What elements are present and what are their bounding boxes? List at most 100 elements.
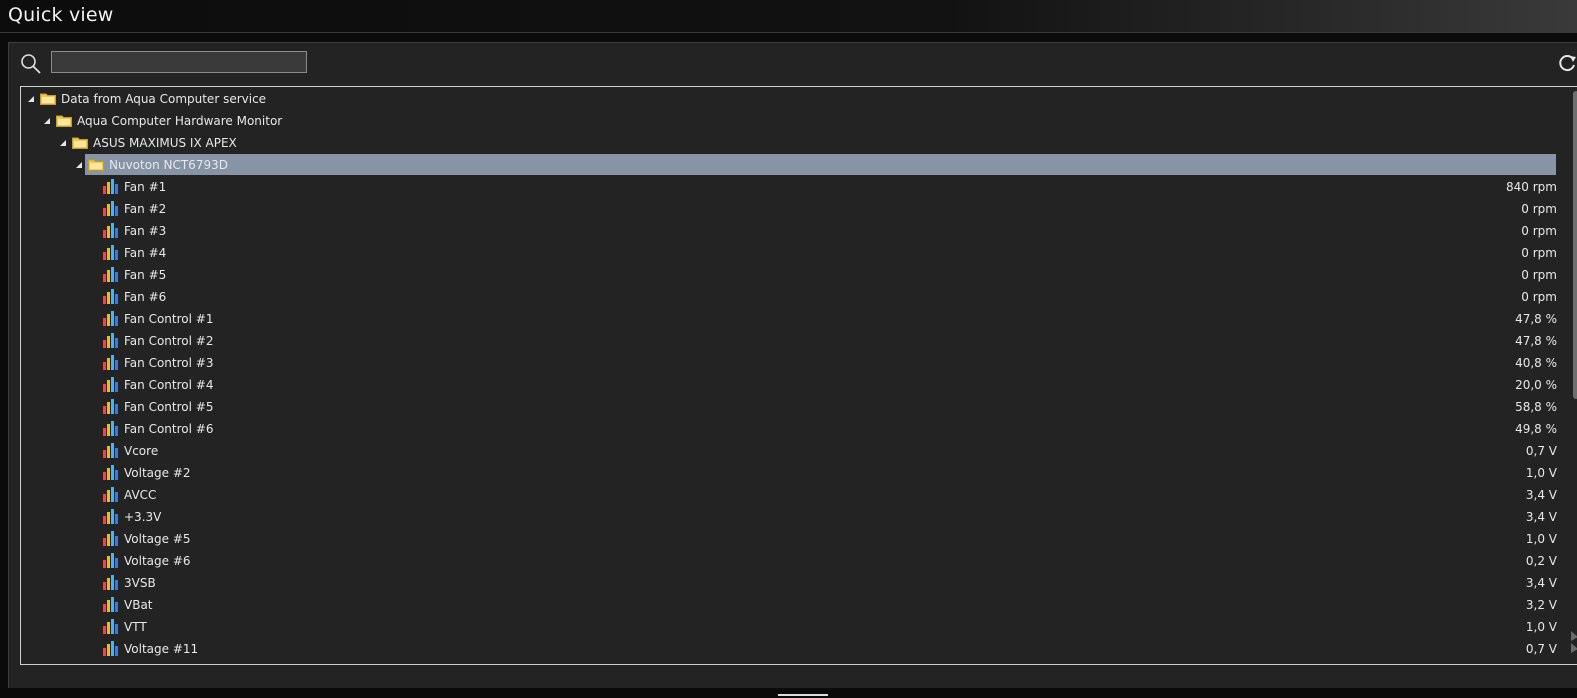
bar-chart-icon	[103, 575, 118, 590]
sensor-name: Voltage #6	[124, 554, 191, 568]
sensor-row[interactable]: AVCC 3,4 V	[21, 484, 1557, 506]
sensor-name: Fan Control #6	[124, 422, 214, 436]
expand-arrow-icon[interactable]	[44, 118, 50, 124]
sensor-name: VBat	[124, 598, 153, 612]
sensor-value: 1,0 V	[1525, 532, 1557, 546]
sensor-value: 1,0 V	[1525, 466, 1557, 480]
sensor-name: VTT	[124, 620, 147, 634]
sensor-value: 20,0 %	[1515, 378, 1557, 392]
sensor-name: 3VSB	[124, 576, 156, 590]
selection-highlight	[85, 154, 1556, 175]
sensor-row[interactable]: Fan Control #6 49,8 %	[21, 418, 1557, 440]
bar-chart-icon	[103, 509, 118, 524]
sensor-name: Fan Control #3	[124, 356, 214, 370]
bar-chart-icon	[103, 553, 118, 568]
bar-chart-icon	[103, 487, 118, 502]
search-icon[interactable]	[20, 53, 42, 75]
tree-node-label: ASUS MAXIMUS IX APEX	[93, 136, 237, 150]
sensor-value: 49,8 %	[1515, 422, 1557, 436]
sensor-row[interactable]: Fan Control #3 40,8 %	[21, 352, 1557, 374]
title-bar: Quick view	[0, 0, 1577, 33]
tree-node-board[interactable]: ASUS MAXIMUS IX APEX	[21, 132, 1557, 154]
bar-chart-icon	[103, 333, 118, 348]
bar-chart-icon	[103, 201, 118, 216]
search-input[interactable]	[51, 51, 307, 73]
sensor-row[interactable]: Vcore 0,7 V	[21, 440, 1557, 462]
bar-chart-icon	[103, 399, 118, 414]
expand-arrow-icon[interactable]	[76, 162, 82, 168]
sensor-row[interactable]: Fan #2 0 rpm	[21, 198, 1557, 220]
tree-node-label: Data from Aqua Computer service	[61, 92, 267, 106]
folder-icon	[56, 115, 72, 127]
sensor-value: 3,4 V	[1525, 510, 1557, 524]
sensor-name: Fan #5	[124, 268, 167, 282]
bar-chart-icon	[103, 421, 118, 436]
sensor-value: 3,2 V	[1525, 598, 1557, 612]
sensor-row[interactable]: Voltage #2 1,0 V	[21, 462, 1557, 484]
scroll-down-icon[interactable]	[1569, 627, 1577, 657]
sensor-value: 0,2 V	[1525, 554, 1557, 568]
expand-arrow-icon[interactable]	[28, 96, 34, 102]
sensor-value: 3,4 V	[1525, 576, 1557, 590]
sensor-row[interactable]: Fan Control #4 20,0 %	[21, 374, 1557, 396]
sensor-row[interactable]: Fan Control #5 58,8 %	[21, 396, 1557, 418]
bar-chart-icon	[103, 179, 118, 194]
sensor-name: Vcore	[124, 444, 159, 458]
window-title: Quick view	[8, 4, 114, 26]
sensor-row[interactable]: Fan #1 840 rpm	[21, 176, 1557, 198]
sensor-name: Fan #1	[124, 180, 167, 194]
sensor-name: Fan #6	[124, 290, 167, 304]
sensor-value: 0 rpm	[1521, 224, 1557, 238]
sensor-value: 0 rpm	[1521, 246, 1557, 260]
sensor-value: 0,7 V	[1525, 444, 1557, 458]
tree-node-service[interactable]: Aqua Computer Hardware Monitor	[21, 110, 1557, 132]
sensor-row[interactable]: Fan #5 0 rpm	[21, 264, 1557, 286]
sensor-value: 840 rpm	[1506, 180, 1557, 194]
bar-chart-icon	[103, 443, 118, 458]
sensor-name: Fan #4	[124, 246, 167, 260]
bar-chart-icon	[103, 531, 118, 546]
expand-arrow-icon[interactable]	[60, 140, 66, 146]
bar-chart-icon	[103, 355, 118, 370]
sensor-name: +3.3V	[124, 510, 162, 524]
bar-chart-icon	[103, 377, 118, 392]
sensor-row[interactable]: Fan #3 0 rpm	[21, 220, 1557, 242]
sensor-name: Fan Control #2	[124, 334, 214, 348]
sensor-row[interactable]: Fan Control #1 47,8 %	[21, 308, 1557, 330]
scrollbar-thumb[interactable]	[1573, 91, 1577, 399]
sensor-name: Fan Control #5	[124, 400, 214, 414]
sensor-name: Voltage #5	[124, 532, 191, 546]
bar-chart-icon	[103, 619, 118, 634]
folder-icon	[88, 159, 104, 171]
bar-chart-icon	[103, 641, 118, 656]
sensor-row[interactable]: VBat 3,2 V	[21, 594, 1557, 616]
bar-chart-icon	[103, 223, 118, 238]
sensor-value: 0 rpm	[1521, 202, 1557, 216]
sensor-value: 3,4 V	[1525, 488, 1557, 502]
sensor-value: 47,8 %	[1515, 334, 1557, 348]
bar-chart-icon	[103, 597, 118, 612]
sensor-row[interactable]: 3VSB 3,4 V	[21, 572, 1557, 594]
tree-node-chip[interactable]: Nuvoton NCT6793D	[21, 154, 1557, 176]
sensor-row[interactable]: VTT 1,0 V	[21, 616, 1557, 638]
resize-indicator	[778, 694, 828, 696]
sensor-value: 0 rpm	[1521, 268, 1557, 282]
sensor-row[interactable]: Fan #4 0 rpm	[21, 242, 1557, 264]
folder-icon	[72, 137, 88, 149]
sensor-value: 0 rpm	[1521, 290, 1557, 304]
bar-chart-icon	[103, 267, 118, 282]
tree-node-label: Nuvoton NCT6793D	[109, 158, 228, 172]
sensor-name: Voltage #2	[124, 466, 191, 480]
sensor-value: 0,7 V	[1525, 642, 1557, 656]
sensor-tree[interactable]: Data from Aqua Computer service Aqua Com…	[20, 86, 1577, 665]
tree-node-root[interactable]: Data from Aqua Computer service	[21, 88, 1557, 110]
sensor-row[interactable]: +3.3V 3,4 V	[21, 506, 1557, 528]
sensor-row[interactable]: Voltage #6 0,2 V	[21, 550, 1557, 572]
sensor-row[interactable]: Fan Control #2 47,8 %	[21, 330, 1557, 352]
sensor-row[interactable]: Fan #6 0 rpm	[21, 286, 1557, 308]
bar-chart-icon	[103, 245, 118, 260]
folder-icon	[40, 93, 56, 105]
sensor-row[interactable]: Voltage #5 1,0 V	[21, 528, 1557, 550]
refresh-icon[interactable]	[1557, 53, 1577, 73]
sensor-row[interactable]: Voltage #11 0,7 V	[21, 638, 1557, 660]
